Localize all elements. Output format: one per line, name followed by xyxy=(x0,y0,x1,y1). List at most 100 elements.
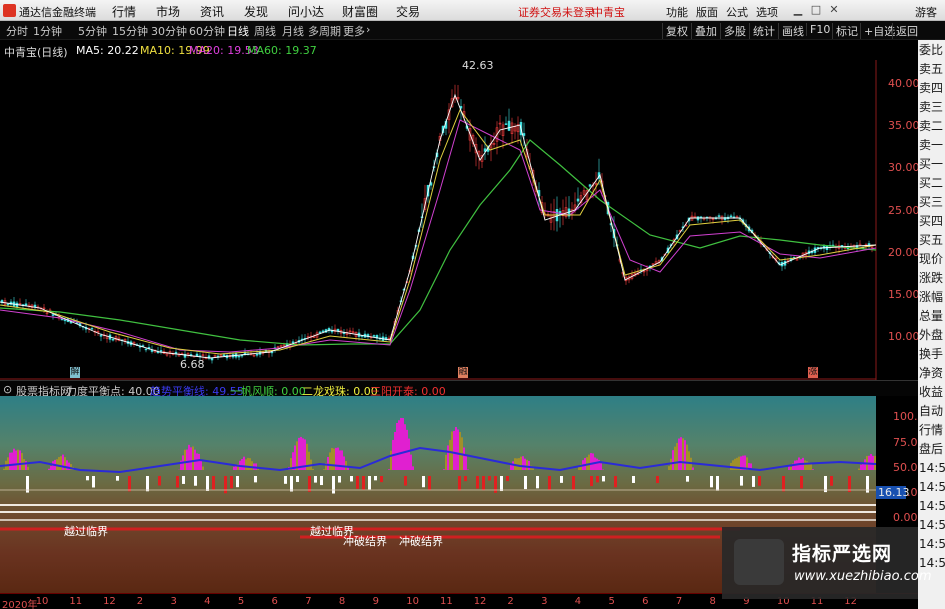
menu-options[interactable]: 选项 xyxy=(756,4,778,20)
sidebar-item-26[interactable]: 14:50 xyxy=(919,537,945,552)
btn-draw[interactable]: 画线 xyxy=(778,23,804,39)
btn-stats[interactable]: 统计 xyxy=(749,23,775,39)
indicator-bar xyxy=(682,438,684,470)
period-more[interactable]: 更多 xyxy=(343,23,365,39)
btn-back[interactable]: 返回 xyxy=(892,23,918,39)
menu-ask[interactable]: 问小达 xyxy=(288,3,324,20)
sidebar-item-4[interactable]: 卖二 xyxy=(919,119,945,134)
sidebar-item-6[interactable]: 买一 xyxy=(919,157,945,172)
login-warning[interactable]: 证券交易未登录 xyxy=(518,4,595,20)
guest-user[interactable]: 游客 xyxy=(915,4,937,20)
sidebar-item-24[interactable]: 14:50 xyxy=(919,499,945,514)
indicator-bar xyxy=(686,476,689,482)
maximize-icon[interactable]: □ xyxy=(808,3,824,17)
period-1min[interactable]: 1分钟 xyxy=(33,23,62,39)
sidebar-item-15[interactable]: 外盘 xyxy=(919,328,945,343)
indicator-bar xyxy=(400,417,402,470)
sidebar-item-12[interactable]: 涨跌 xyxy=(919,271,945,286)
indicator-bar xyxy=(482,476,485,491)
candle-body xyxy=(237,355,241,358)
indicator-bar xyxy=(17,449,19,470)
indicator-bar xyxy=(445,454,447,470)
indicator-bar xyxy=(9,452,11,470)
sidebar-item-21[interactable]: 盘后 xyxy=(919,442,945,457)
period-monthly[interactable]: 月线 xyxy=(282,23,304,39)
indicator-bar xyxy=(247,457,249,470)
indicator-bar xyxy=(327,456,329,470)
sidebar-item-13[interactable]: 涨幅 xyxy=(919,290,945,305)
indicator-bar xyxy=(668,466,670,470)
period-60min[interactable]: 60分钟 xyxy=(189,23,225,39)
indicator-bar xyxy=(176,476,179,488)
period-weekly[interactable]: 周线 xyxy=(254,23,276,39)
btn-adjust[interactable]: 复权 xyxy=(662,23,688,39)
sidebar-item-8[interactable]: 买三 xyxy=(919,195,945,210)
signal-cross-1: 越过临界 xyxy=(64,525,108,538)
sidebar-item-7[interactable]: 买二 xyxy=(919,176,945,191)
indicator-bar xyxy=(374,476,377,481)
sidebar-item-9[interactable]: 买四 xyxy=(919,214,945,229)
period-timeshare[interactable]: 分时 xyxy=(6,23,28,39)
menu-function[interactable]: 功能 xyxy=(666,4,688,20)
sidebar-item-11[interactable]: 现价 xyxy=(919,252,945,267)
candle-body xyxy=(729,215,733,218)
menu-quotes[interactable]: 行情 xyxy=(112,3,136,20)
sidebar-item-16[interactable]: 换手 xyxy=(919,347,945,362)
marker-margin[interactable]: 融 xyxy=(458,367,468,378)
indicator-toggle-icon[interactable]: ⊙ xyxy=(3,383,12,396)
candle-body xyxy=(588,184,592,187)
sidebar-item-18[interactable]: 收益 xyxy=(919,385,945,400)
chevron-right-icon[interactable]: › xyxy=(366,23,370,36)
menu-discover[interactable]: 发现 xyxy=(244,3,268,20)
period-15min[interactable]: 15分钟 xyxy=(112,23,148,39)
sidebar-item-1[interactable]: 卖五 xyxy=(919,62,945,77)
indicator-bar xyxy=(323,469,325,470)
indicator-bar xyxy=(356,476,359,489)
sidebar-item-14[interactable]: 总量 xyxy=(919,309,945,324)
menu-layout[interactable]: 版面 xyxy=(696,4,718,20)
indicator-bar xyxy=(335,447,337,470)
menu-trade[interactable]: 交易 xyxy=(396,3,420,20)
menu-market[interactable]: 市场 xyxy=(156,3,180,20)
watermark-title: 指标严选网 xyxy=(792,543,893,565)
sidebar-item-17[interactable]: 净资 xyxy=(919,366,945,381)
sidebar-item-2[interactable]: 卖四 xyxy=(919,81,945,96)
menu-wealth[interactable]: 财富圈 xyxy=(342,3,378,20)
indicator-bar xyxy=(212,476,215,490)
period-30min[interactable]: 30分钟 xyxy=(151,23,187,39)
candle-body xyxy=(150,349,154,352)
sidebar-item-23[interactable]: 14:50 xyxy=(919,480,945,495)
marker-rise[interactable]: 涨 xyxy=(808,367,818,378)
time-label-0: 2020年 xyxy=(2,600,38,609)
sidebar-item-20[interactable]: 行情 xyxy=(919,423,945,438)
sidebar-item-0[interactable]: 委比 xyxy=(919,43,945,58)
menu-formula[interactable]: 公式 xyxy=(726,4,748,20)
candle-body xyxy=(99,334,103,337)
indicator-bar xyxy=(830,476,833,486)
ma10-line xyxy=(0,108,877,355)
btn-add-watchlist[interactable]: +自选 xyxy=(860,23,895,39)
app-logo-icon xyxy=(3,4,16,17)
close-icon[interactable]: ✕ xyxy=(826,3,842,17)
sidebar-item-22[interactable]: 14:50 xyxy=(919,461,945,476)
sidebar-item-3[interactable]: 卖三 xyxy=(919,100,945,115)
kline-chart[interactable]: 中青宝(日线) MA5: 20.22 MA10: 19.99 MA20: 19.… xyxy=(0,40,920,380)
indicator-bar xyxy=(522,456,524,470)
sidebar-item-10[interactable]: 买五 xyxy=(919,233,945,248)
btn-multistock[interactable]: 多股 xyxy=(720,23,746,39)
menu-news[interactable]: 资讯 xyxy=(200,3,224,20)
watermark: 指标严选网 www.xuezhibiao.com xyxy=(722,527,931,599)
period-daily[interactable]: 日线 xyxy=(227,23,249,39)
marker-unlock[interactable]: 解 xyxy=(70,367,80,378)
btn-f10[interactable]: F10 xyxy=(806,23,830,36)
sidebar-item-19[interactable]: 自动 xyxy=(919,404,945,419)
btn-overlay[interactable]: 叠加 xyxy=(691,23,717,39)
minimize-icon[interactable]: ▁ xyxy=(790,3,806,17)
candle-body xyxy=(717,215,721,217)
period-multi[interactable]: 多周期 xyxy=(308,23,341,39)
sidebar-item-5[interactable]: 卖一 xyxy=(919,138,945,153)
btn-mark[interactable]: 标记 xyxy=(832,23,858,39)
period-5min[interactable]: 5分钟 xyxy=(78,23,107,39)
sidebar-item-25[interactable]: 14:50 xyxy=(919,518,945,533)
indicator-bar xyxy=(812,469,814,470)
